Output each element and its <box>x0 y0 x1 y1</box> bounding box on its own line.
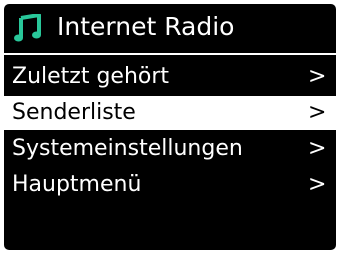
menu-item-label: Systemeinstellungen <box>12 136 243 161</box>
chevron-right-icon: > <box>308 64 327 89</box>
menu-list: Zuletzt gehört > Senderliste > Systemein… <box>4 60 336 204</box>
menu-item-label: Hauptmenü <box>12 172 142 197</box>
radio-display: Internet Radio Zuletzt gehört > Senderli… <box>4 4 336 250</box>
screen-header: Internet Radio <box>4 4 336 50</box>
page-title: Internet Radio <box>57 12 235 41</box>
chevron-right-icon: > <box>308 172 327 197</box>
music-note-icon <box>14 13 42 42</box>
menu-item-label: Zuletzt gehört <box>12 64 170 89</box>
menu-item-hauptmenue[interactable]: Hauptmenü > <box>4 168 336 202</box>
menu-item-label: Senderliste <box>12 100 136 125</box>
header-divider <box>4 53 336 55</box>
menu-item-zuletzt-gehoert[interactable]: Zuletzt gehört > <box>4 60 336 94</box>
menu-item-senderliste[interactable]: Senderliste > <box>4 96 336 130</box>
chevron-right-icon: > <box>308 100 327 125</box>
chevron-right-icon: > <box>308 136 327 161</box>
menu-item-systemeinstellungen[interactable]: Systemeinstellungen > <box>4 132 336 166</box>
